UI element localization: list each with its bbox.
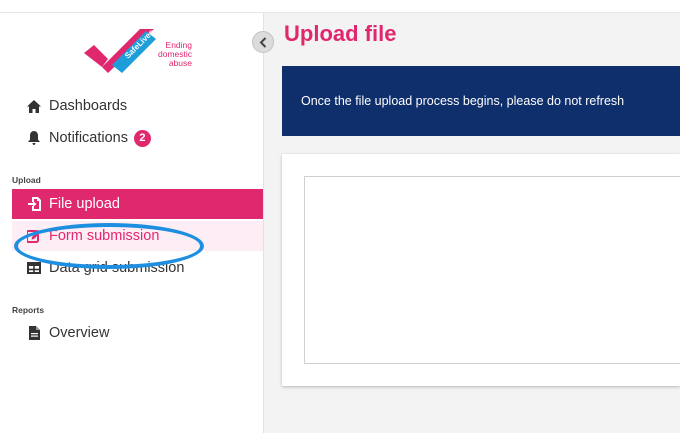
sidebar-item-data-grid-submission[interactable]: Data grid submission	[12, 253, 263, 283]
sidebar-item-overview[interactable]: Overview	[12, 318, 263, 348]
sidebar-item-notifications[interactable]: Notifications 2	[12, 123, 263, 153]
sidebar-item-label: Form submission	[49, 228, 160, 244]
page-title: Upload file	[284, 21, 397, 46]
info-banner: Once the file upload process begins, ple…	[282, 66, 680, 136]
file-drop-area[interactable]	[304, 176, 680, 364]
sidebar-item-file-upload[interactable]: File upload	[12, 189, 263, 219]
sidebar-item-label: Data grid submission	[49, 260, 185, 276]
info-banner-text: Once the file upload process begins, ple…	[301, 94, 625, 108]
section-label-upload: Upload	[12, 175, 41, 185]
collapse-sidebar-button[interactable]	[252, 31, 274, 53]
safelives-logo[interactable]: SafeLives Ending domestic abuse	[82, 25, 192, 85]
sidebar-item-form-submission[interactable]: Form submission	[12, 221, 263, 251]
notification-count-badge: 2	[133, 129, 151, 147]
sidebar-item-label: Dashboards	[49, 98, 128, 114]
top-edge	[0, 0, 680, 13]
file-import-icon	[27, 197, 41, 211]
document-icon	[27, 326, 41, 340]
chevron-left-icon	[259, 36, 267, 48]
section-label-reports: Reports	[12, 305, 45, 315]
sidebar-item-label: File upload	[49, 196, 120, 212]
home-icon	[27, 99, 41, 113]
logo-tagline: Ending domestic abuse	[132, 41, 192, 68]
bell-icon	[27, 131, 41, 145]
sidebar: SafeLives Ending domestic abuse Dashboar…	[0, 13, 264, 433]
table-icon	[27, 261, 41, 275]
sidebar-item-label: Overview	[49, 325, 110, 341]
edit-icon	[27, 229, 41, 243]
upload-card	[282, 154, 680, 386]
sidebar-item-dashboards[interactable]: Dashboards	[12, 91, 263, 121]
tagline-line3: abuse	[168, 58, 192, 68]
app-window: SafeLives Ending domestic abuse Dashboar…	[0, 0, 680, 433]
sidebar-item-label: Notifications	[49, 130, 128, 146]
main-content: Upload file Once the file upload process…	[264, 13, 680, 433]
